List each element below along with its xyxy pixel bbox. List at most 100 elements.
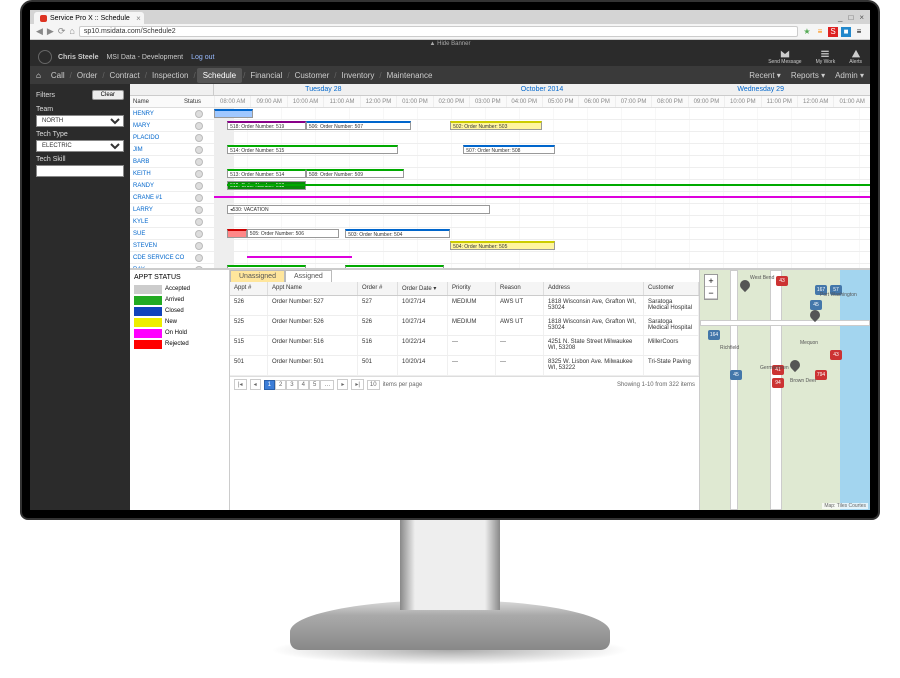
schedule-track[interactable] [214, 108, 870, 119]
col-appt-name[interactable]: Appt Name [268, 282, 358, 295]
nav-forward-icon[interactable]: ▶ [47, 26, 54, 37]
admin-menu[interactable]: Admin ▾ [835, 71, 864, 80]
col-customer[interactable]: Customer [644, 282, 699, 295]
appointment-bar[interactable]: 518: Order Number: 519 [227, 121, 306, 130]
pager-page[interactable]: 3 [286, 380, 297, 390]
appointment-bar[interactable]: 507: Order Number: 508 [463, 145, 555, 154]
appointment-bar[interactable] [214, 109, 253, 118]
pager-first[interactable]: |◂ [234, 379, 247, 390]
tech-name[interactable]: SUE [130, 228, 184, 239]
appointment-bar[interactable] [227, 229, 247, 238]
map-pin-icon[interactable] [788, 358, 802, 372]
pager-page[interactable]: … [320, 380, 334, 390]
tech-name[interactable]: STEVEN [130, 240, 184, 251]
tab-unassigned[interactable]: Unassigned [230, 270, 285, 282]
schedule-track[interactable]: ◂530: VACATION [214, 204, 870, 215]
nav-item-maintenance[interactable]: Maintenance [383, 71, 437, 80]
send-message-button[interactable]: Send Message [768, 49, 801, 65]
ext-icon-2[interactable]: ■ [841, 27, 851, 37]
appointment-bar[interactable]: 503: Order Number: 504 [345, 229, 450, 238]
appointment-bar[interactable] [227, 184, 870, 186]
schedule-track[interactable] [214, 192, 870, 203]
logout-link[interactable]: Log out [191, 54, 214, 61]
appointment-bar[interactable]: 502: Order Number: 503 [450, 121, 542, 130]
clear-button[interactable]: Clear [92, 90, 124, 100]
tech-name[interactable]: BARB [130, 156, 184, 167]
zoom-in-button[interactable]: + [705, 275, 717, 287]
col-order[interactable]: Order # [358, 282, 398, 295]
appointment-bar[interactable]: 504: Order Number: 505 [450, 241, 555, 250]
nav-item-financial[interactable]: Financial [246, 71, 286, 80]
browser-tab[interactable]: Service Pro X :: Schedule [34, 12, 144, 24]
star-icon[interactable]: ★ [802, 27, 812, 37]
col-priority[interactable]: Priority [448, 282, 496, 295]
schedule-track[interactable]: 511: Order Number: 512 509: Order Number:… [214, 264, 870, 268]
nav-reload-icon[interactable]: ⟳ [58, 26, 66, 37]
schedule-track[interactable] [214, 156, 870, 167]
schedule-track[interactable]: 514: Order Number: 515 507: Order Number:… [214, 144, 870, 155]
window-maximize[interactable]: □ [848, 13, 853, 22]
tech-name[interactable]: JIM [130, 144, 184, 155]
pager-page[interactable]: 5 [309, 380, 320, 390]
team-select[interactable]: NORTH [36, 115, 124, 127]
ext-icon-1[interactable]: S [828, 27, 838, 37]
tech-name[interactable]: HENRY [130, 108, 184, 119]
reports-menu[interactable]: Reports ▾ [791, 71, 825, 80]
nav-item-inventory[interactable]: Inventory [337, 71, 378, 80]
schedule-track[interactable]: 504: Order Number: 505 [214, 240, 870, 251]
appointment-bar[interactable]: 514: Order Number: 515 [227, 145, 398, 154]
appointment-bar[interactable]: 511: Order Number: 512 [227, 265, 306, 268]
schedule-grid[interactable]: HENRYMARY518: Order Number: 519506: Orde… [130, 108, 870, 268]
tech-name[interactable]: RANDY [130, 180, 184, 191]
appointment-bar[interactable] [214, 196, 870, 198]
pager-prev[interactable]: ◂ [250, 379, 261, 390]
home-icon[interactable]: ⌂ [36, 71, 41, 80]
nav-item-schedule[interactable]: Schedule [197, 68, 242, 83]
nav-item-contract[interactable]: Contract [106, 71, 144, 80]
tech-name[interactable]: RAY [130, 264, 184, 268]
table-row[interactable]: 501Order Number: 50150110/20/14------832… [230, 356, 699, 376]
schedule-track[interactable] [214, 132, 870, 143]
nav-home-icon[interactable]: ⌂ [69, 26, 74, 37]
table-row[interactable]: 525Order Number: 52652610/27/14MEDIUMAWS… [230, 316, 699, 336]
pager-page[interactable]: 1 [264, 380, 275, 390]
appointment-bar[interactable]: 506: Order Number: 507 [306, 121, 411, 130]
schedule-track[interactable]: 512: Order Number: 513 [214, 180, 870, 191]
tech-skill-input[interactable] [36, 165, 124, 177]
col-appt[interactable]: Appt # [230, 282, 268, 295]
map[interactable]: + − 41434545571641674394794 West BendPor… [700, 270, 870, 510]
recent-menu[interactable]: Recent ▾ [749, 71, 781, 80]
schedule-track[interactable] [214, 216, 870, 227]
tech-type-select[interactable]: ELECTRIC [36, 140, 124, 152]
tech-name[interactable]: CDE SERVICE CO [130, 252, 184, 263]
appointment-bar[interactable]: 513: Order Number: 514 [227, 169, 306, 178]
menu-icon[interactable]: ≡ [854, 27, 864, 37]
pager-page[interactable]: 4 [298, 380, 309, 390]
url-input[interactable]: sp10.msidata.com/Schedule2 [79, 26, 798, 37]
tech-name[interactable]: KEITH [130, 168, 184, 179]
col-reason[interactable]: Reason [496, 282, 544, 295]
window-minimize[interactable]: _ [838, 13, 842, 22]
table-row[interactable]: 515Order Number: 51651610/22/14------425… [230, 336, 699, 356]
my-work-button[interactable]: My Work [816, 49, 836, 65]
tech-name[interactable]: CRANE #1 [130, 192, 184, 203]
col-address[interactable]: Address [544, 282, 644, 295]
alerts-button[interactable]: Alerts [849, 49, 862, 65]
schedule-track[interactable]: 518: Order Number: 519506: Order Number:… [214, 120, 870, 131]
tech-name[interactable]: KYLE [130, 216, 184, 227]
tab-assigned[interactable]: Assigned [285, 270, 332, 282]
appointment-bar[interactable]: 508: Order Number: 509 [306, 169, 404, 178]
rss-icon[interactable]: ≡ [815, 27, 825, 37]
pager-page[interactable]: 2 [275, 380, 286, 390]
pager-next[interactable]: ▸ [337, 379, 348, 390]
nav-item-customer[interactable]: Customer [291, 71, 334, 80]
window-close[interactable]: × [859, 13, 864, 22]
tech-name[interactable]: PLACIDO [130, 132, 184, 143]
col-date[interactable]: Order Date ▾ [398, 282, 448, 295]
appointment-bar[interactable]: 509: Order Number: 510 [345, 265, 443, 268]
hide-banner-toggle[interactable]: ▲ Hide Banner [30, 40, 870, 48]
schedule-track[interactable]: 510: Order Num505: Order Number: 506503:… [214, 228, 870, 239]
nav-back-icon[interactable]: ◀ [36, 26, 43, 37]
zoom-out-button[interactable]: − [705, 287, 717, 299]
nav-item-order[interactable]: Order [73, 71, 101, 80]
